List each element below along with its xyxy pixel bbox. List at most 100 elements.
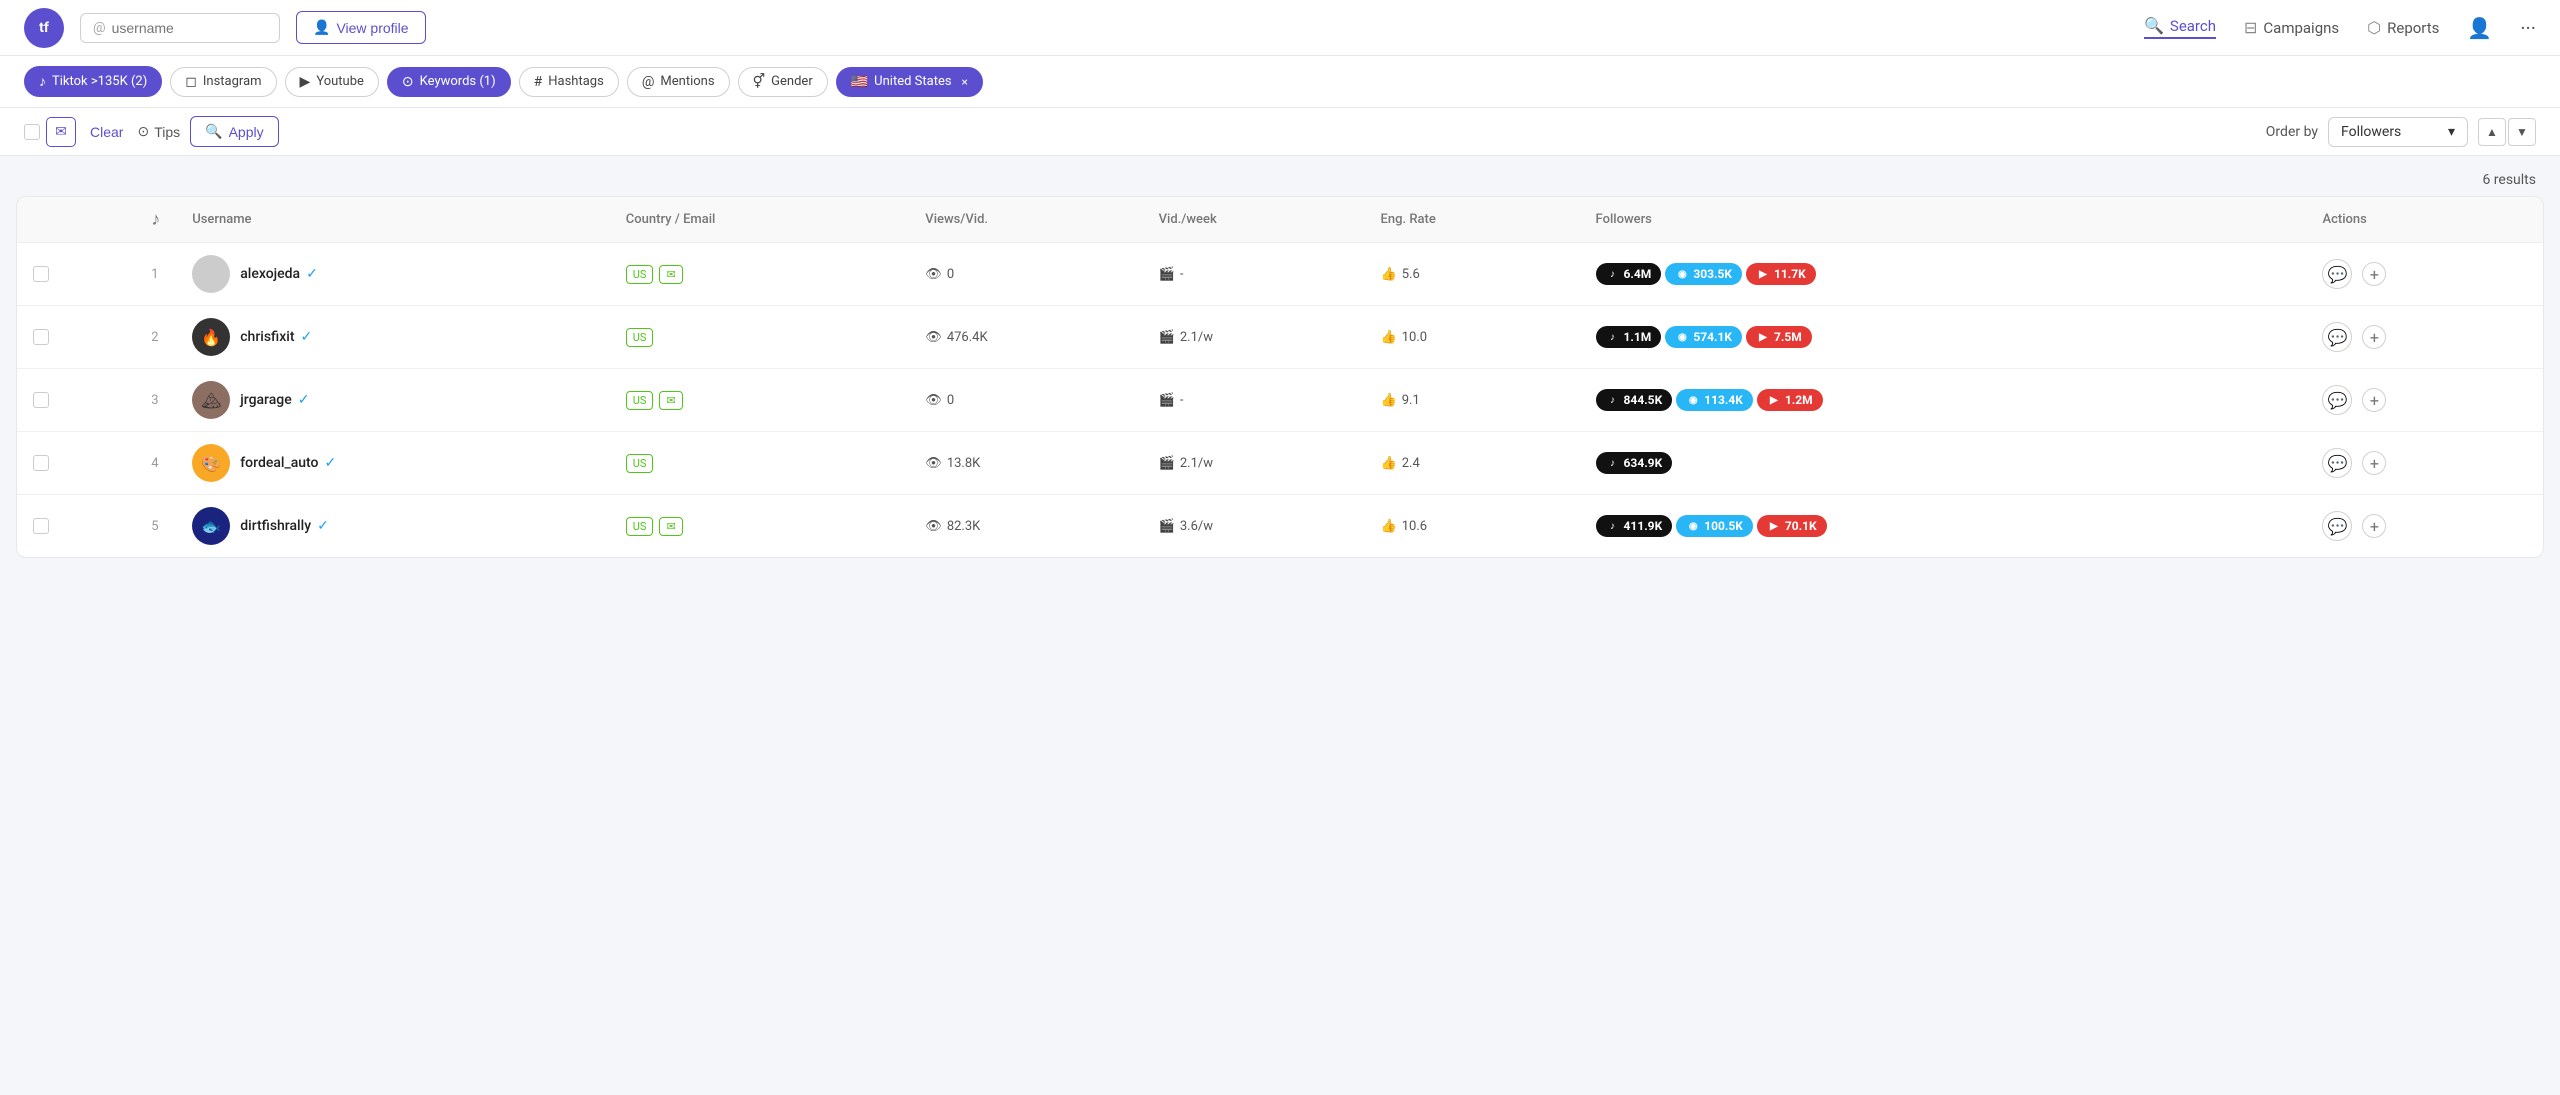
add-to-campaign-button[interactable]: + (2362, 388, 2386, 412)
eye-icon: 👁 (925, 519, 942, 534)
results-table-wrap: ♪ Username Country / Email Views/Vid. Vi… (16, 196, 2544, 558)
username-text: jrgarage (240, 392, 292, 408)
vid-week-cell: 🎬 - (1159, 393, 1349, 408)
filter-country[interactable]: 🇺🇸 United States × (836, 67, 983, 97)
account-icon[interactable]: 👤 (2467, 16, 2492, 40)
nav-campaigns[interactable]: ⊟ Campaigns (2244, 18, 2339, 37)
row-checkbox[interactable] (33, 518, 49, 534)
country-email-cell: US ✉ (626, 391, 894, 410)
filter-gender[interactable]: ⚥ Gender (738, 67, 828, 97)
country-badge: US (626, 328, 654, 347)
filter-hashtags[interactable]: # Hashtags (519, 67, 619, 97)
tiktok-header-icon: ♪ (151, 209, 160, 230)
tiktok-follower-count: 6.4M (1624, 267, 1652, 281)
row-checkbox[interactable] (33, 329, 49, 345)
message-button[interactable]: 💬 (2322, 322, 2352, 352)
bulk-email-button[interactable]: ✉ (46, 117, 76, 147)
row-checkbox[interactable] (33, 266, 49, 282)
apply-button[interactable]: 🔍 Apply (190, 116, 278, 147)
flag-us-icon: 🇺🇸 (851, 74, 868, 90)
sort-buttons: ▲ ▼ (2478, 118, 2536, 146)
email-badge: ✉ (659, 517, 682, 536)
row-number: 2 (135, 306, 176, 369)
order-by-select[interactable]: Followers ▾ (2328, 117, 2468, 147)
tips-icon: ⊙ (137, 123, 149, 140)
avatar: 🔥 (192, 318, 230, 356)
username-input[interactable] (112, 20, 267, 36)
select-all-checkbox[interactable] (24, 124, 40, 140)
message-button[interactable]: 💬 (2322, 511, 2352, 541)
row-checkbox[interactable] (33, 455, 49, 471)
views-cell: 👁 476.4K (925, 330, 1126, 345)
row-number: 4 (135, 432, 176, 495)
row-number: 5 (135, 495, 176, 558)
follower-badge-instagram: ◉ 100.5K (1676, 515, 1753, 537)
follower-badge-instagram: ◉ 113.4K (1676, 389, 1753, 411)
table-row: 5 🐟 dirtfishrally ✓ US ✉ 👁 82.3K🎬 3.6/w👍… (17, 495, 2543, 558)
views-cell: 👁 0 (925, 267, 1126, 282)
select-all-wrap: ✉ (24, 117, 76, 147)
view-profile-button[interactable]: 👤 View profile (296, 11, 426, 44)
vid-week-cell: 🎬 - (1159, 267, 1349, 282)
followers-cell: ♪ 411.9K ◉ 100.5K ▶ 70.1K (1596, 515, 2212, 537)
filter-keywords[interactable]: ⊙ Keywords (1) (387, 67, 511, 97)
username-cell: alexojeda ✓ (240, 266, 318, 282)
row-number: 3 (135, 369, 176, 432)
message-button[interactable]: 💬 (2322, 385, 2352, 415)
toolbar: ✉ Clear ⊙ Tips 🔍 Apply Order by Follower… (0, 108, 2560, 156)
th-country-email: Country / Email (610, 197, 910, 243)
add-to-campaign-button[interactable]: + (2362, 262, 2386, 286)
table-row: 2 🔥 chrisfixit ✓ US 👁 476.4K🎬 2.1/w👍 10.… (17, 306, 2543, 369)
like-icon: 👍 (1381, 330, 1397, 345)
tiktok-badge-icon: ♪ (1606, 267, 1620, 281)
tiktok-badge-icon: ♪ (1606, 519, 1620, 533)
row-checkbox[interactable] (33, 392, 49, 408)
youtube-chip-icon: ▶ (300, 74, 311, 90)
filter-instagram[interactable]: ◻ Instagram (170, 67, 276, 97)
instagram-badge-icon: ◉ (1675, 267, 1689, 281)
follower-badge-youtube: ▶ 1.2M (1757, 389, 1823, 411)
add-to-campaign-button[interactable]: + (2362, 451, 2386, 475)
toolbar-right: Order by Followers ▾ ▲ ▼ (2266, 117, 2536, 147)
username-cell: dirtfishrally ✓ (240, 518, 329, 534)
actions-cell: 💬 + (2322, 448, 2527, 478)
instagram-follower-count: 303.5K (1693, 267, 1732, 281)
username-input-wrap[interactable]: @ (80, 13, 280, 43)
table-row: 3 🏔 jrgarage ✓ US ✉ 👁 0🎬 -👍 9.1 ♪ 844.5K… (17, 369, 2543, 432)
sort-asc-button[interactable]: ▲ (2478, 118, 2506, 146)
country-email-cell: US ✉ (626, 517, 894, 536)
sort-desc-button[interactable]: ▼ (2508, 118, 2536, 146)
nav-reports[interactable]: ⬡ Reports (2367, 18, 2439, 37)
filter-youtube[interactable]: ▶ Youtube (285, 67, 379, 97)
video-icon: 🎬 (1159, 267, 1175, 282)
eng-rate-cell: 👍 9.1 (1381, 393, 1564, 408)
video-icon: 🎬 (1159, 456, 1175, 471)
tips-button[interactable]: ⊙ Tips (137, 123, 180, 140)
remove-country-filter-icon[interactable]: × (962, 75, 968, 89)
vid-week-cell: 🎬 3.6/w (1159, 519, 1349, 534)
followers-cell: ♪ 634.9K (1596, 452, 2212, 474)
nav-search[interactable]: 🔍 Search (2144, 16, 2216, 39)
nav-items: 🔍 Search ⊟ Campaigns ⬡ Reports 👤 ··· (2144, 16, 2536, 40)
youtube-follower-count: 1.2M (1785, 393, 1813, 407)
th-checkbox (17, 197, 135, 243)
follower-badge-youtube: ▶ 70.1K (1757, 515, 1827, 537)
views-cell: 👁 82.3K (925, 519, 1126, 534)
clear-button[interactable]: Clear (86, 118, 127, 146)
actions-cell: 💬 + (2322, 322, 2527, 352)
th-eng-rate: Eng. Rate (1365, 197, 1580, 243)
actions-cell: 💬 + (2322, 385, 2527, 415)
add-to-campaign-button[interactable]: + (2362, 514, 2386, 538)
add-to-campaign-button[interactable]: + (2362, 325, 2386, 349)
filter-mentions[interactable]: @ Mentions (627, 67, 730, 97)
eng-rate-cell: 👍 10.6 (1381, 519, 1564, 534)
filter-tiktok[interactable]: ♪ Tiktok >135K (2) (24, 66, 162, 97)
message-button[interactable]: 💬 (2322, 448, 2352, 478)
tiktok-chip-icon: ♪ (39, 73, 46, 90)
hashtags-chip-icon: # (534, 74, 543, 90)
results-table: ♪ Username Country / Email Views/Vid. Vi… (17, 197, 2543, 557)
instagram-badge-icon: ◉ (1686, 519, 1700, 533)
more-options-button[interactable]: ··· (2520, 16, 2536, 40)
message-button[interactable]: 💬 (2322, 259, 2352, 289)
video-icon: 🎬 (1159, 393, 1175, 408)
